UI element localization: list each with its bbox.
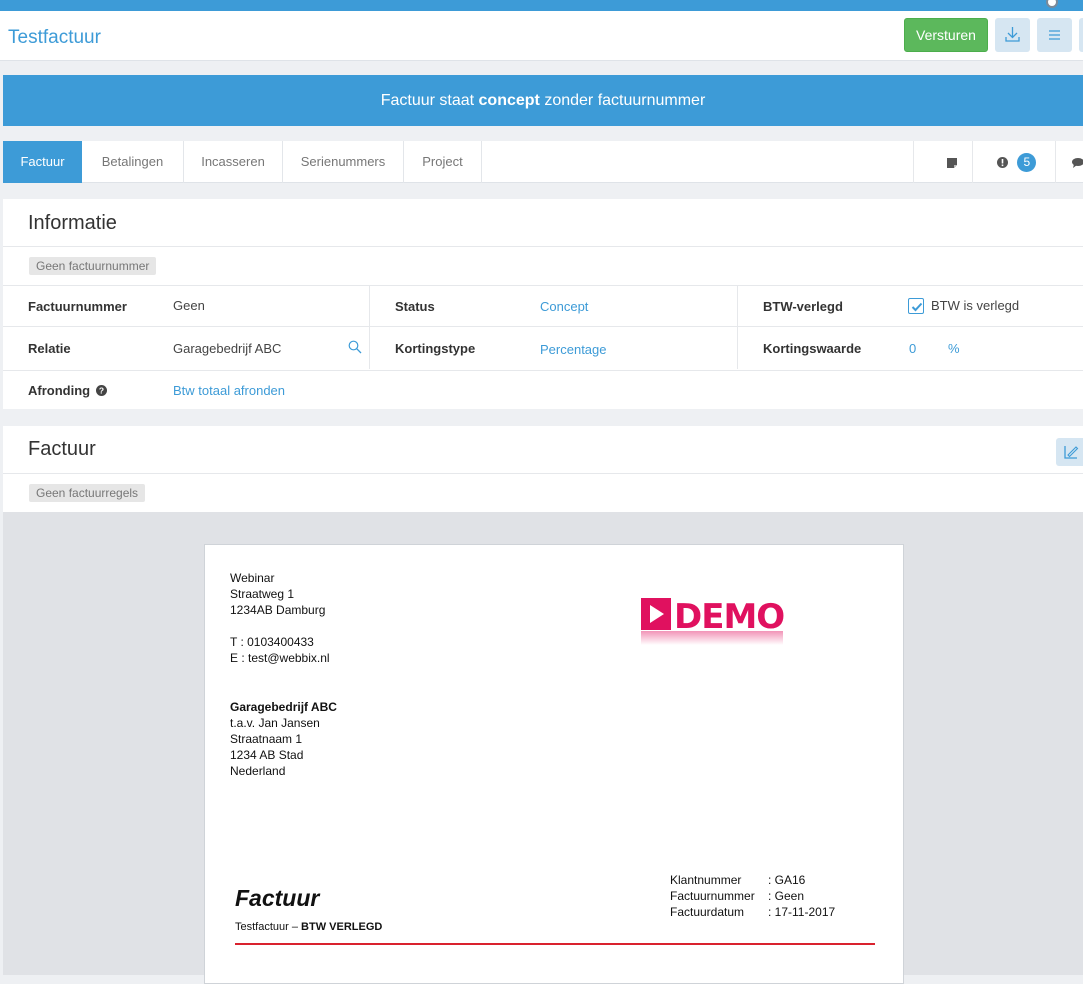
- invoice-heading: Factuur: [235, 885, 320, 911]
- divider: [3, 285, 1083, 286]
- status-banner: Factuur staat concept zonder factuurnumm…: [3, 75, 1083, 126]
- contact-line: E : test@webbix.nl: [230, 651, 330, 665]
- more-button[interactable]: [1079, 18, 1083, 52]
- status-label: Status: [395, 299, 435, 314]
- sender-line: 1234AB Damburg: [230, 603, 326, 617]
- demo-logo: DEMO: [641, 597, 785, 645]
- divider: [369, 286, 370, 369]
- banner-prefix: Factuur staat: [380, 92, 479, 109]
- invoice-subtitle-bold: BTW VERLEGD: [301, 921, 383, 933]
- relation-label: Relatie: [28, 341, 71, 356]
- tab-serienummers[interactable]: Serienummers: [283, 141, 404, 183]
- meta-label: Factuurdatum: [670, 905, 745, 919]
- tab-incasseren[interactable]: Incasseren: [184, 141, 283, 183]
- sender-line: Straatweg 1: [230, 587, 295, 601]
- invoice-subtitle-prefix: Testfactuur –: [235, 921, 302, 933]
- tab-factuur[interactable]: Factuur: [3, 141, 82, 183]
- btw-checkbox-label: BTW is verlegd: [931, 298, 1020, 313]
- tab-divider: [913, 141, 914, 183]
- alerts-count-badge: 5: [1017, 153, 1037, 173]
- contact-line: T : 0103400433: [230, 635, 314, 649]
- meta-value: : GA16: [768, 873, 806, 887]
- discount-value-label: Kortingswaarde: [763, 341, 862, 356]
- note-icon: [947, 157, 957, 168]
- divider: [737, 286, 738, 369]
- alerts-tab[interactable]: 5: [996, 141, 1037, 183]
- comments-tab[interactable]: [1071, 141, 1083, 183]
- tab-project[interactable]: Project: [404, 141, 482, 183]
- no-invoice-lines-tag: Geen factuurregels: [29, 484, 146, 502]
- invoice-title: Factuur: [28, 438, 96, 460]
- invoice-document: Webinar Straatweg 1 1234AB Damburg T : 0…: [204, 544, 904, 984]
- divider: [3, 326, 1083, 327]
- send-button[interactable]: Versturen: [904, 18, 988, 52]
- tab-divider: [1055, 141, 1056, 183]
- invoice-subtitle: Testfactuur – BTW VERLEGD: [235, 921, 382, 933]
- svg-text:?: ?: [99, 386, 104, 396]
- tab-bar: Factuur Betalingen Incasseren Serienumme…: [3, 141, 1083, 183]
- banner-emphasis: concept: [478, 92, 540, 109]
- btw-checkbox[interactable]: [908, 298, 924, 314]
- page-header: Testfactuur Versturen: [0, 11, 1083, 61]
- meta-value: : 17-11-2017: [768, 905, 836, 919]
- invoice-panel: Factuur Geen factuurregels: [3, 426, 1083, 512]
- download-button[interactable]: [995, 18, 1030, 52]
- search-icon[interactable]: [348, 340, 362, 354]
- tab-divider: [972, 141, 973, 183]
- menu-button[interactable]: [1037, 18, 1072, 52]
- menu-icon: [1049, 30, 1060, 40]
- relation-value[interactable]: Garagebedrijf ABC: [173, 341, 281, 356]
- checkmark-icon: [911, 302, 923, 312]
- top-bar: [0, 0, 1083, 11]
- btw-label: BTW-verlegd: [763, 299, 843, 314]
- invoice-number-value[interactable]: Geen: [173, 298, 205, 313]
- invoice-number-label: Factuurnummer: [28, 299, 127, 314]
- recipient-line: t.a.v. Jan Jansen: [230, 716, 320, 730]
- meta-label: Factuurnummer: [670, 889, 755, 903]
- rounding-value[interactable]: Btw totaal afronden: [173, 383, 285, 398]
- status-value[interactable]: Concept: [540, 299, 588, 314]
- recipient-line: Nederland: [230, 764, 286, 778]
- discount-type-value[interactable]: Percentage: [540, 342, 607, 357]
- edit-chart-icon: [1064, 446, 1079, 459]
- notes-tab[interactable]: [945, 141, 959, 183]
- meta-value: : Geen: [768, 889, 805, 903]
- rounding-label-text: Afronding: [28, 383, 91, 398]
- information-panel: Informatie Geen factuurnummer Factuurnum…: [3, 199, 1083, 409]
- meta-label: Klantnummer: [670, 873, 742, 887]
- accent-divider: [235, 943, 875, 945]
- user-status-icon[interactable]: [1046, 0, 1058, 8]
- rounding-label: Afronding ?: [28, 383, 107, 398]
- discount-type-label: Kortingstype: [395, 341, 476, 356]
- tab-betalingen[interactable]: Betalingen: [82, 141, 184, 183]
- no-invoice-number-tag: Geen factuurnummer: [29, 257, 157, 275]
- banner-suffix: zonder factuurnummer: [539, 92, 706, 109]
- page-title: Testfactuur: [8, 27, 101, 48]
- information-title: Informatie: [28, 212, 117, 234]
- sender-line: Webinar: [230, 571, 275, 585]
- divider: [3, 370, 1083, 371]
- help-icon[interactable]: ?: [95, 385, 107, 396]
- edit-button[interactable]: [1056, 438, 1083, 466]
- download-icon: [1005, 27, 1020, 42]
- invoice-preview-area: Webinar Straatweg 1 1234AB Damburg T : 0…: [3, 512, 1083, 984]
- comment-icon: [1072, 157, 1083, 168]
- discount-value[interactable]: 0: [909, 341, 916, 356]
- discount-unit: %: [948, 341, 960, 356]
- alert-icon: [997, 157, 1008, 169]
- recipient-line: Straatnaam 1: [230, 732, 303, 746]
- divider: [3, 246, 1083, 247]
- recipient-line: 1234 AB Stad: [230, 748, 304, 762]
- divider: [3, 473, 1083, 474]
- recipient-name: Garagebedrijf ABC: [230, 700, 337, 714]
